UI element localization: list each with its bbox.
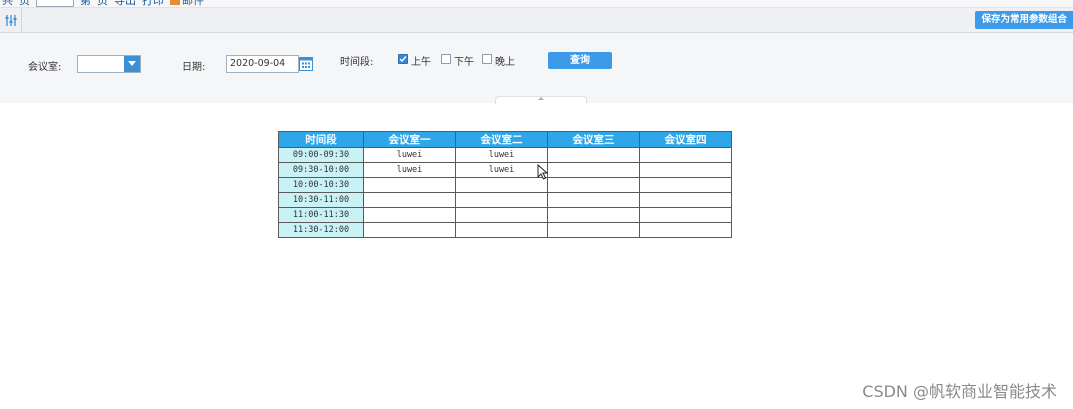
header-room-1: 会议室一: [363, 131, 456, 148]
booking-cell[interactable]: luwei: [455, 162, 548, 178]
chevron-down-icon: [128, 61, 136, 66]
parameter-toolbar: 保存为常用参数组合: [0, 8, 1073, 33]
header-period: 时间段: [278, 131, 364, 148]
booking-cell[interactable]: [363, 177, 456, 193]
checkmark-icon: [399, 56, 407, 63]
booking-cell[interactable]: [639, 177, 732, 193]
booking-cell[interactable]: [363, 222, 456, 238]
time-cell: 10:30-11:00: [278, 192, 364, 208]
print-button[interactable]: 打印: [142, 0, 164, 7]
report-toolbar: 共 页 第 页 导出 打印 邮件: [0, 0, 1073, 8]
time-cell: 11:00-11:30: [278, 207, 364, 223]
booking-cell[interactable]: [363, 192, 456, 208]
checkbox-evening[interactable]: [482, 54, 492, 64]
collapse-panel-handle[interactable]: [495, 96, 587, 104]
date-input[interactable]: 2020-09-04: [226, 55, 299, 73]
parameter-toggle-button[interactable]: [0, 8, 22, 32]
table-row: 10:30-11:00: [278, 192, 732, 208]
header-room-2: 会议室二: [455, 131, 548, 148]
booking-cell[interactable]: [639, 222, 732, 238]
period-label: 时间段:: [340, 57, 374, 68]
checkbox-evening-label: 晚上: [495, 57, 515, 68]
room-label: 会议室:: [28, 62, 62, 73]
checkbox-morning[interactable]: [398, 54, 408, 64]
time-cell: 09:30-10:00: [278, 162, 364, 178]
table-row: 11:00-11:30: [278, 207, 732, 223]
checkbox-afternoon[interactable]: [441, 54, 451, 64]
table-row: 10:00-10:30: [278, 177, 732, 193]
time-cell: 11:30-12:00: [278, 222, 364, 238]
sliders-icon: [5, 14, 16, 26]
toolbar-item-total: 共: [2, 0, 13, 7]
booking-cell[interactable]: [547, 147, 640, 163]
watermark: CSDN @帆软商业智能技术: [862, 382, 1057, 401]
save-parameters-button[interactable]: 保存为常用参数组合: [975, 11, 1073, 29]
booking-cell[interactable]: [363, 207, 456, 223]
time-cell: 09:00-09:30: [278, 147, 364, 163]
booking-cell[interactable]: [455, 192, 548, 208]
booking-cell[interactable]: [639, 147, 732, 163]
booking-cell[interactable]: [547, 192, 640, 208]
toolbar-item-nth: 第: [80, 0, 91, 7]
booking-cell[interactable]: luwei: [363, 147, 456, 163]
checkbox-morning-label: 上午: [411, 57, 431, 68]
date-label: 日期:: [182, 62, 206, 73]
room-select[interactable]: [77, 55, 141, 73]
query-button[interactable]: 查询: [548, 52, 612, 69]
toolbar-item-page2: 页: [97, 0, 108, 7]
booking-cell[interactable]: [547, 162, 640, 178]
table-row: 09:30-10:00 luwei luwei: [278, 162, 732, 178]
calendar-icon[interactable]: [299, 56, 313, 71]
toolbar-item-page: 页: [19, 0, 30, 7]
table-row: 11:30-12:00: [278, 222, 732, 238]
booking-cell[interactable]: [547, 207, 640, 223]
booking-cell[interactable]: [455, 207, 548, 223]
time-cell: 10:00-10:30: [278, 177, 364, 193]
checkbox-afternoon-label: 下午: [454, 57, 474, 68]
parameter-panel: [0, 33, 1073, 103]
email-icon: [170, 0, 180, 5]
booking-cell[interactable]: [455, 222, 548, 238]
booking-cell[interactable]: [547, 177, 640, 193]
dropdown-button[interactable]: [124, 56, 140, 72]
email-button[interactable]: 邮件: [170, 0, 204, 7]
booking-table: 时间段 会议室一 会议室二 会议室三 会议室四 09:00-09:30 luwe…: [278, 131, 732, 238]
booking-cell[interactable]: [639, 162, 732, 178]
export-button[interactable]: 导出: [114, 0, 136, 7]
page-number-input[interactable]: [36, 0, 74, 7]
table-row: 09:00-09:30 luwei luwei: [278, 147, 732, 163]
booking-cell[interactable]: [639, 207, 732, 223]
table-header-row: 时间段 会议室一 会议室二 会议室三 会议室四: [278, 131, 732, 148]
booking-cell[interactable]: [639, 192, 732, 208]
header-room-4: 会议室四: [639, 131, 732, 148]
header-room-3: 会议室三: [547, 131, 640, 148]
booking-cell[interactable]: luwei: [455, 147, 548, 163]
booking-cell[interactable]: [455, 177, 548, 193]
chevron-up-icon: [538, 97, 544, 100]
mouse-cursor-icon: [537, 164, 549, 180]
booking-cell[interactable]: luwei: [363, 162, 456, 178]
booking-cell[interactable]: [547, 222, 640, 238]
